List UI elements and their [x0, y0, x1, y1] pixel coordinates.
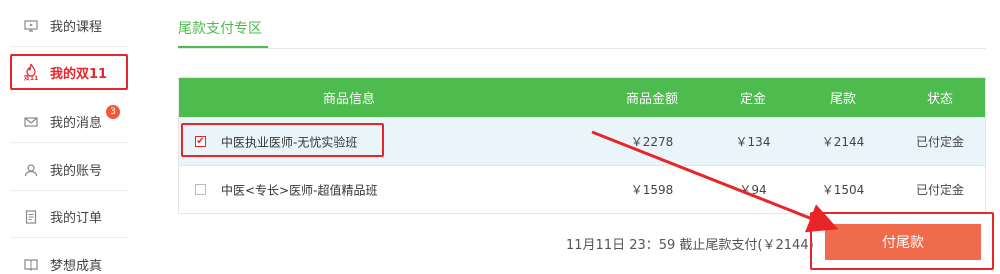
table-row[interactable]: 中医<专长>医师-超值精品班 ￥1598 ￥94 ￥1504 已付定金: [179, 165, 985, 213]
header-product-info: 商品信息: [322, 92, 375, 107]
table-row[interactable]: ✔ 中医执业医师-无忧实验班 ￥2278 ￥134 ￥2144 已付定金: [179, 117, 985, 165]
product-amount: ￥2278: [630, 135, 674, 149]
monitor-icon: [22, 17, 40, 35]
product-name: 中医执业医师-无忧实验班: [221, 135, 358, 149]
sidebar-item-my-account[interactable]: 我的账号: [10, 149, 128, 191]
sidebar-item-dreams[interactable]: 梦想成真: [10, 243, 128, 274]
flame-11-icon: 双11: [22, 63, 40, 81]
table-header: 商品信息 商品金额 定金 尾款 状态: [179, 78, 985, 117]
pay-balance-button[interactable]: 付尾款: [825, 224, 981, 260]
sidebar: 我的课程 双11 我的双11 我的消息 3 我的账号 我的订单 梦想成真: [0, 0, 138, 274]
user-icon: [22, 161, 40, 179]
row-checkbox[interactable]: ✔: [195, 135, 206, 147]
sidebar-item-label: 我的订单: [50, 211, 103, 226]
unread-badge: 3: [106, 105, 120, 119]
book-icon: [22, 255, 40, 273]
product-status: 已付定金: [915, 135, 964, 149]
tab-divider: [178, 48, 986, 49]
sidebar-item-my-double11[interactable]: 双11 我的双11: [10, 54, 128, 90]
sidebar-item-my-messages[interactable]: 我的消息 3: [10, 101, 128, 143]
product-amount: ￥1598: [630, 183, 674, 197]
product-balance: ￥2144: [821, 135, 865, 149]
sidebar-item-my-courses[interactable]: 我的课程: [10, 5, 128, 47]
header-deposit: 定金: [739, 92, 766, 107]
tab-balance-payment[interactable]: 尾款支付专区: [178, 18, 262, 38]
mail-icon: [22, 113, 40, 131]
product-name: 中医<专长>医师-超值精品班: [221, 183, 378, 197]
sidebar-item-label: 我的账号: [50, 164, 103, 179]
row-checkbox[interactable]: [195, 183, 206, 195]
product-balance: ￥1504: [821, 183, 865, 197]
pay-button-highlight: 付尾款: [810, 212, 994, 270]
product-deposit: ￥134: [735, 135, 771, 149]
product-status: 已付定金: [915, 183, 964, 197]
sidebar-item-label: 我的双11: [50, 66, 108, 82]
sidebar-item-label: 我的课程: [50, 20, 103, 35]
svg-text:双11: 双11: [24, 75, 38, 81]
sidebar-item-label: 我的消息: [50, 116, 103, 131]
header-amount: 商品金额: [625, 92, 678, 107]
product-deposit: ￥94: [739, 183, 767, 197]
payment-deadline: 11月11日 23：59 截止尾款支付(￥2144): [566, 238, 814, 253]
sidebar-item-label: 梦想成真: [50, 258, 103, 274]
sidebar-item-my-orders[interactable]: 我的订单: [10, 196, 128, 238]
document-icon: [22, 208, 40, 226]
balance-table: 商品信息 商品金额 定金 尾款 状态 ✔ 中医执业医师-无忧实验班 ￥2278 …: [178, 77, 986, 214]
header-status: 状态: [926, 92, 953, 107]
header-balance: 尾款: [829, 92, 856, 107]
